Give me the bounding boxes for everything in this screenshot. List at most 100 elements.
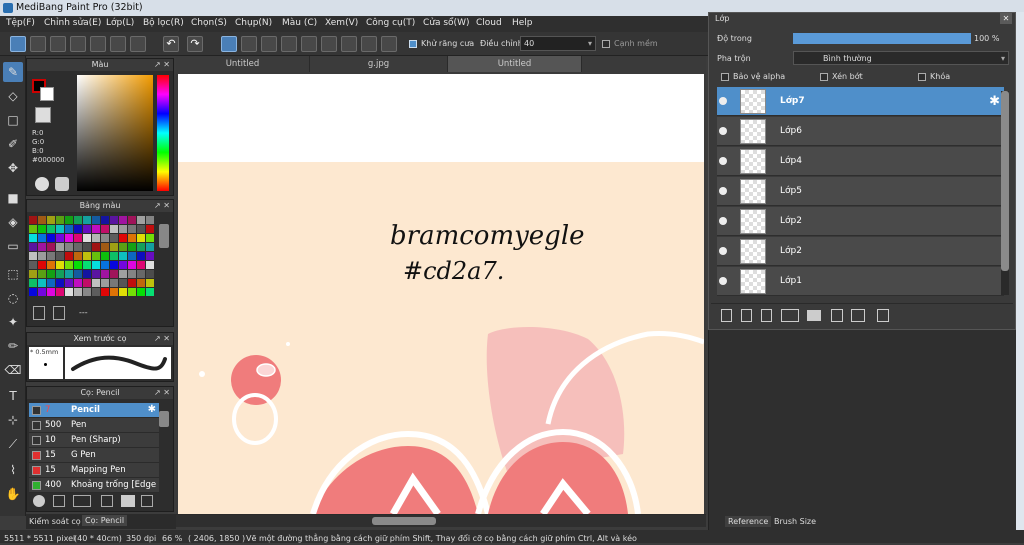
lock-checkbox[interactable]: [918, 73, 926, 81]
palette-swatch[interactable]: [56, 270, 64, 278]
palette-swatch[interactable]: [29, 270, 37, 278]
palette-swatch[interactable]: [92, 261, 100, 269]
palette-swatch[interactable]: [38, 252, 46, 260]
palette-swatch[interactable]: [101, 252, 109, 260]
menu-help[interactable]: Help: [512, 18, 533, 28]
palette-swatch[interactable]: [38, 270, 46, 278]
palette-swatch[interactable]: [101, 279, 109, 287]
palette-swatch[interactable]: [74, 243, 82, 251]
close-icon[interactable]: ✕: [1000, 13, 1012, 24]
palette-swatch[interactable]: [92, 216, 100, 224]
trash-icon[interactable]: [53, 306, 65, 320]
protect-alpha-checkbox[interactable]: [721, 73, 729, 81]
layer-row[interactable]: Lớp5: [717, 177, 1004, 206]
radial-snap-icon[interactable]: [301, 36, 317, 52]
no-snap-icon[interactable]: [221, 36, 237, 52]
layer-menu-icon[interactable]: [781, 309, 799, 322]
brush-item[interactable]: 15 G Pen: [29, 448, 159, 463]
palette-swatch[interactable]: [65, 225, 73, 233]
gradient-tool-icon[interactable]: ▭: [3, 236, 23, 256]
palette-swatch[interactable]: [56, 288, 64, 296]
list-icon[interactable]: [70, 36, 86, 52]
close-icon[interactable]: ↗ ✕: [154, 387, 170, 399]
brush-scrollbar[interactable]: [159, 411, 169, 427]
palette-swatch[interactable]: [83, 288, 91, 296]
palette-swatch[interactable]: [110, 216, 118, 224]
palette-swatch[interactable]: [38, 243, 46, 251]
palette-swatch[interactable]: [92, 279, 100, 287]
close-icon[interactable]: ↗ ✕: [154, 333, 170, 345]
palette-swatch[interactable]: [137, 216, 145, 224]
palette-swatch[interactable]: [56, 252, 64, 260]
document-icon[interactable]: [90, 36, 106, 52]
menu-capture[interactable]: Chụp(N): [235, 18, 272, 28]
new-brush-icon[interactable]: [53, 495, 65, 507]
palette-swatch[interactable]: [137, 252, 145, 260]
move-tool-icon[interactable]: ✥: [3, 158, 23, 178]
layer-row[interactable]: Lớp2: [717, 207, 1004, 236]
select-eraser-icon[interactable]: ⌫: [3, 360, 23, 380]
menu-edit[interactable]: Chỉnh sửa(E): [44, 18, 101, 28]
palette-swatch[interactable]: [83, 234, 91, 242]
layer-row[interactable]: Lớp1: [717, 267, 1004, 296]
palette-swatch[interactable]: [119, 252, 127, 260]
palette-swatch[interactable]: [74, 252, 82, 260]
comment-icon[interactable]: [50, 36, 66, 52]
cloud-icon[interactable]: [10, 36, 26, 52]
menu-file[interactable]: Tệp(F): [6, 18, 35, 28]
palette-swatch[interactable]: [110, 261, 118, 269]
palette-swatch[interactable]: [38, 288, 46, 296]
tab-brush-control[interactable]: Kiểm soát cọ: [29, 517, 81, 526]
brush-item[interactable]: 500 Pen: [29, 418, 159, 433]
palette-swatch[interactable]: [47, 234, 55, 242]
brush-menu-icon[interactable]: [73, 495, 91, 507]
gear-icon[interactable]: ✱: [148, 404, 156, 415]
palette-swatch[interactable]: [65, 216, 73, 224]
tab-brush-pencil[interactable]: Cọ: Pencil: [82, 515, 128, 526]
duplicate-brush-icon[interactable]: [141, 495, 153, 507]
vanish-snap-icon[interactable]: [281, 36, 297, 52]
palette-swatch[interactable]: [119, 225, 127, 233]
palette-swatch[interactable]: [74, 216, 82, 224]
palette-swatch[interactable]: [110, 252, 118, 260]
antialias-checkbox[interactable]: [409, 40, 417, 48]
layer-row[interactable]: Lớp4: [717, 147, 1004, 176]
canvas-horizontal-scrollbar[interactable]: [176, 515, 706, 527]
palette-swatch[interactable]: [74, 279, 82, 287]
eraser-tool-icon[interactable]: ◇: [3, 86, 23, 106]
eyedropper-icon[interactable]: ⌇: [3, 460, 23, 480]
layer-row[interactable]: Lớp6: [717, 117, 1004, 146]
palette-swatch[interactable]: [83, 252, 91, 260]
palette-swatch[interactable]: [146, 261, 154, 269]
visibility-eye-icon[interactable]: [719, 187, 727, 195]
palette-swatch[interactable]: [146, 288, 154, 296]
drawing-canvas[interactable]: bramcomyegle #cd2a7.: [178, 74, 704, 514]
palette-swatch[interactable]: [83, 261, 91, 269]
gear-icon[interactable]: ✱: [989, 94, 1000, 109]
palette-swatch[interactable]: [128, 225, 136, 233]
palette-swatch[interactable]: [110, 234, 118, 242]
palette-swatch[interactable]: [74, 288, 82, 296]
palette-swatch[interactable]: [119, 270, 127, 278]
palette-swatch[interactable]: [101, 270, 109, 278]
palette-swatch[interactable]: [47, 279, 55, 287]
palette-swatch[interactable]: [110, 288, 118, 296]
palette-swatch[interactable]: [65, 252, 73, 260]
palette-swatch[interactable]: [83, 243, 91, 251]
palette-swatch[interactable]: [110, 279, 118, 287]
adjust-field[interactable]: 40 ▾: [520, 36, 596, 51]
visibility-eye-icon[interactable]: [719, 217, 727, 225]
menu-window[interactable]: Cửa sổ(W): [423, 18, 469, 28]
magic-wand-icon[interactable]: ✦: [3, 312, 23, 332]
palette-swatch[interactable]: [128, 261, 136, 269]
color-picker-icon[interactable]: [55, 177, 69, 191]
duplicate-layer-icon[interactable]: [831, 309, 843, 322]
palette-swatch[interactable]: [65, 270, 73, 278]
palette-swatch[interactable]: [29, 243, 37, 251]
palette-swatch[interactable]: [119, 234, 127, 242]
palette-swatch[interactable]: [83, 225, 91, 233]
palette-swatch[interactable]: [65, 279, 73, 287]
palette-swatch[interactable]: [38, 261, 46, 269]
palette-swatch[interactable]: [137, 288, 145, 296]
palette-swatch[interactable]: [137, 270, 145, 278]
